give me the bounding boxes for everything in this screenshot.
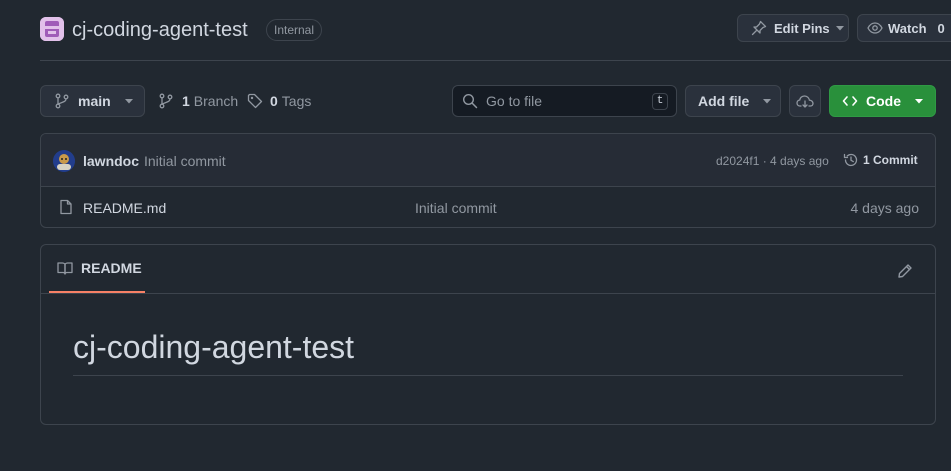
- git-branch-icon: [55, 93, 69, 109]
- repo-logo-icon: [40, 17, 64, 41]
- git-branch-icon: [159, 93, 173, 109]
- search-icon: [462, 93, 478, 109]
- code-icon: [842, 96, 858, 106]
- tag-count: 0: [270, 93, 278, 109]
- table-row: README.md Initial commit 4 days ago: [41, 187, 935, 227]
- go-to-file-placeholder: Go to file: [486, 93, 543, 109]
- branch-count-label: Branch: [193, 93, 239, 109]
- avatar[interactable]: [53, 150, 75, 172]
- file-name-link[interactable]: README.md: [83, 200, 166, 216]
- commit-history-link[interactable]: 1 Commit: [843, 152, 918, 168]
- book-icon: [57, 262, 73, 275]
- cloud-icon: [796, 95, 814, 108]
- readme-panel: README cj-coding-agent-test: [40, 244, 936, 425]
- edit-pins-label: Edit Pins: [774, 20, 830, 36]
- commit-author[interactable]: lawndoc: [83, 153, 139, 169]
- file-age: 4 days ago: [850, 200, 920, 216]
- chevron-down-icon: [835, 25, 844, 30]
- history-icon: [843, 153, 858, 167]
- file-icon: [60, 199, 72, 215]
- branch-name: main: [78, 93, 111, 109]
- commit-meta[interactable]: d2024f1 · 4 days ago: [716, 154, 829, 168]
- tag-count-label: Tags: [281, 93, 312, 109]
- codespaces-button[interactable]: [789, 85, 821, 117]
- file-list: lawndoc Initial commit d2024f1 · 4 days …: [40, 133, 936, 228]
- chevron-down-icon: [124, 98, 133, 103]
- commit-count-label: 1 Commit: [863, 153, 918, 167]
- tags-link[interactable]: 0 Tags: [247, 92, 311, 110]
- branch-count: 1: [182, 93, 190, 109]
- go-to-file-input[interactable]: Go to file t: [452, 85, 677, 117]
- readme-tab-label: README: [81, 260, 142, 276]
- tag-icon: [247, 93, 263, 109]
- eye-icon: [867, 22, 883, 34]
- pencil-icon: [898, 264, 912, 278]
- add-file-button[interactable]: Add file: [685, 85, 781, 117]
- visibility-badge: Internal: [266, 19, 323, 41]
- chevron-down-icon: [763, 98, 772, 103]
- pin-icon: [751, 20, 767, 36]
- readme-heading: cj-coding-agent-test: [73, 329, 355, 365]
- edit-pins-button[interactable]: Edit Pins: [737, 14, 849, 42]
- shortcut-key: t: [652, 93, 668, 110]
- latest-commit-bar: lawndoc Initial commit d2024f1 · 4 days …: [41, 134, 935, 187]
- repo-name-link[interactable]: cj-coding-agent-test: [72, 17, 248, 43]
- code-label: Code: [866, 93, 901, 109]
- chevron-down-icon: [915, 98, 923, 103]
- add-file-label: Add file: [698, 93, 750, 109]
- code-button[interactable]: Code: [829, 85, 936, 117]
- branch-selector-button[interactable]: main: [40, 85, 145, 117]
- watch-count: 0: [937, 20, 945, 36]
- watch-label: Watch: [888, 20, 927, 36]
- file-commit-message[interactable]: Initial commit: [415, 200, 497, 216]
- edit-readme-button[interactable]: [893, 259, 917, 283]
- watch-button[interactable]: Watch 0: [857, 14, 951, 42]
- readme-header-divider: [41, 293, 935, 294]
- tab-readme[interactable]: README: [49, 245, 145, 293]
- branches-link[interactable]: 1 Branch: [158, 92, 238, 110]
- commit-message[interactable]: Initial commit: [144, 153, 226, 169]
- header-divider: [40, 60, 951, 61]
- readme-heading-divider: [73, 375, 903, 376]
